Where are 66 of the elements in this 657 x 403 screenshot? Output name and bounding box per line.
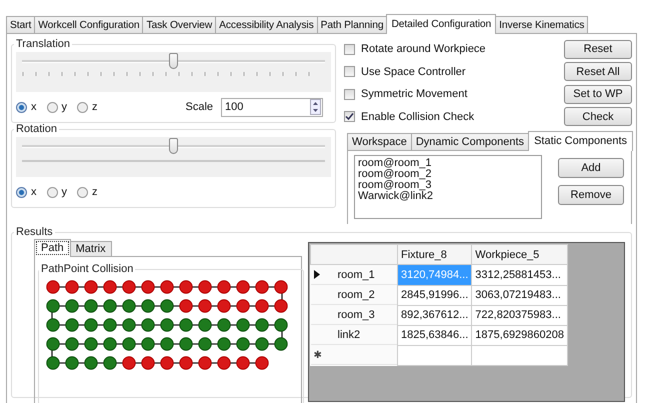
tab[interactable]: Task Overview [142,16,216,33]
action-button[interactable]: Reset All [564,62,632,82]
list-item[interactable]: room@room_2 [358,169,538,180]
tab[interactable]: Start [6,16,36,33]
action-button[interactable]: Check [564,107,632,126]
row-header[interactable]: link2 [310,325,397,345]
table-cell: 722,820375983... [472,305,568,325]
component-list[interactable]: room@room_1 room@room_2 room@room_3 Warwick@link2 [354,155,542,219]
radio-label: z [92,101,98,113]
row-label: link2 [338,328,360,340]
table-cell: 1825,63846... [398,325,472,345]
row-label: room_3 [338,308,375,320]
scale-label: Scale [186,101,214,113]
axis-radio[interactable]: z [77,186,98,198]
tab[interactable]: Detailed Configuration [386,14,496,34]
row-header[interactable]: room_2 [310,285,397,305]
group-title: Rotation [15,123,58,135]
table-cell: 2845,91996... [398,285,472,305]
spin-icon[interactable] [310,99,322,115]
list-button[interactable]: Add [558,158,624,178]
column-header[interactable]: Workpiece_5 [472,244,568,264]
table-cell: 892,367612... [398,305,472,325]
tab[interactable]: Matrix [70,241,112,256]
row-header[interactable]: room_3 [310,305,397,325]
tab[interactable]: Accessibility Analysis [215,16,318,33]
list-item[interactable]: room@room_3 [358,180,538,191]
axis-radio[interactable]: z [77,101,98,113]
action-button[interactable]: Set to WP [564,84,632,104]
slider[interactable] [16,52,332,92]
tab[interactable]: Path [34,239,71,257]
tab[interactable]: Workcell Configuration [34,16,144,33]
axis-radio[interactable]: y [46,101,67,113]
group-title: PathPoint Collision [40,263,134,275]
axis-radio[interactable]: x [16,101,36,113]
radio-label: x [31,101,36,113]
radio-label: y [62,101,67,113]
radio-label: y [62,186,67,198]
tab[interactable]: Static Components [528,131,633,151]
tab[interactable]: Workspace [347,133,412,150]
axis-radio[interactable]: y [46,186,67,198]
list-item[interactable]: Warwick@link2 [358,191,538,202]
slider[interactable] [16,137,332,177]
tab[interactable]: Inverse Kinematics [495,16,588,33]
action-button[interactable]: Reset [564,40,632,59]
group-title: Translation [15,38,72,50]
radio-label: z [92,186,98,198]
row-header[interactable]: room_1 [310,265,397,285]
list-button[interactable]: Remove [558,185,624,205]
group-title: Results [15,226,54,238]
tab[interactable]: Dynamic Components [410,133,530,150]
row-label: room_1 [338,268,375,280]
slider-thumb[interactable] [168,138,178,154]
radio-label: x [31,186,36,198]
table-cell: 3063,07219483... [472,285,568,305]
new-row-icon: ✱ [314,348,338,360]
tab[interactable]: Path Planning [316,16,388,33]
column-header[interactable]: Fixture_8 [398,244,472,264]
current-row-icon [314,270,320,279]
list-item[interactable]: room@room_1 [358,158,538,169]
table-cell: 3120,74984... [398,264,472,285]
table-cell: 1875,6929860208 [472,325,568,345]
table-cell: 3312,25881453... [472,264,568,285]
scale-field[interactable]: 100 [221,98,324,116]
slider-thumb[interactable] [168,53,178,69]
row-label: room_2 [338,288,375,300]
axis-radio[interactable]: x [16,186,36,198]
